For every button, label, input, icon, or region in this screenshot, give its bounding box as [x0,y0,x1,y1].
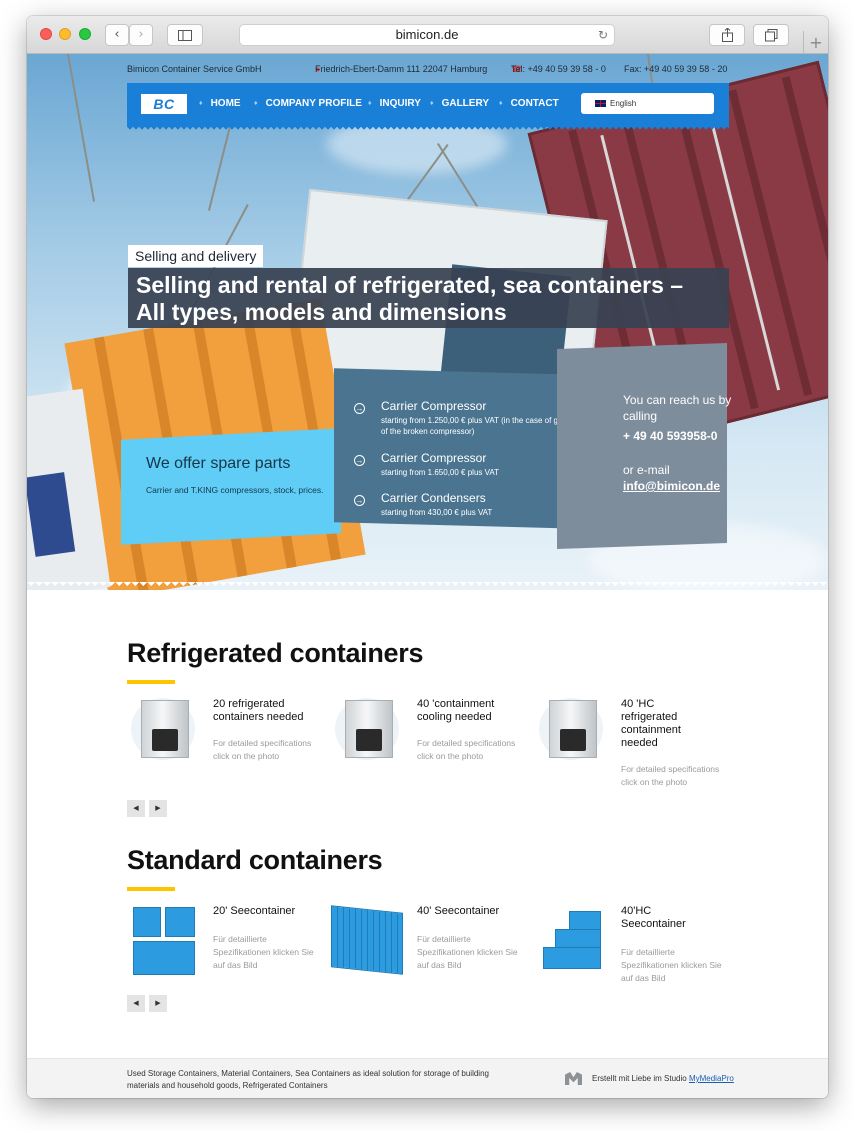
carousel-next-button[interactable]: ▶ [149,995,167,1012]
arrow-right-icon: → [354,495,365,506]
main-navigation: BC HOME COMPANY PROFILE INQUIRY GALLERY … [127,83,729,133]
zigzag-divider [27,582,828,590]
carousel-next-button[interactable]: ▶ [149,800,167,817]
product-name: 20 refrigerated containers needed [213,698,304,723]
studio-credit: Erstellt mit Liebe im Studio MyMediaPro [592,1074,734,1083]
studio-link[interactable]: MyMediaPro [689,1074,734,1083]
contact-intro-line-2: calling [623,409,658,423]
browser-window: ‹ › bimicon.de ↻ + Bimicon Container Ser… [27,16,828,1098]
url-text: bimicon.de [395,27,459,42]
hero-headline: Selling and rental of refrigerated, sea … [128,268,729,328]
share-icon [721,27,733,42]
contact-email-link[interactable]: info@bimicon.de [623,479,720,493]
carousel-prev-button[interactable]: ◀ [127,995,145,1012]
offer-title: Carrier Condensers [381,491,486,505]
sidebar-toggle-button[interactable] [167,24,203,46]
back-button[interactable]: ‹ [105,24,129,46]
chevron-right-icon: › [138,27,144,42]
standard-carousel-pager: ◀ ▶ [127,995,167,1012]
product-name: 40 'HC refrigerated containment needed [621,698,681,749]
address-bar[interactable]: bimicon.de ↻ [239,24,615,46]
product-image[interactable] [331,905,403,975]
footer-description: Used Storage Containers, Material Contai… [127,1069,489,1090]
product-name: 20' Seecontainer [213,905,296,917]
refrigerated-section-title: Refrigerated containers [127,638,424,668]
forward-button[interactable]: › [129,24,153,46]
top-info-bar: Bimicon Container Service GmbH ● Friedri… [127,64,728,74]
product-card[interactable]: 40' Seecontainer Für detaillierte Spezifi… [331,905,531,985]
product-name: 40'HC Seecontainer [621,905,686,930]
site-logo[interactable]: BC [141,94,187,114]
uk-flag-icon [595,100,606,107]
offer-title: Carrier Compressor [381,451,487,465]
product-description: Für detaillierte Spezifikationen klicken … [213,934,314,970]
mymediapro-logo-icon [565,1072,582,1085]
headline-line-1: Selling and rental of refrigerated, sea … [136,272,684,298]
product-description: Für detaillierte Spezifikationen klicken … [621,947,722,983]
arrow-right-icon: → [354,455,365,466]
headline-line-2: All types, models and dimensions [136,299,507,325]
contact-phone[interactable]: + 49 40 593958-0 [623,429,717,443]
product-image[interactable] [535,698,607,766]
product-image[interactable] [535,905,607,973]
product-description: For detailed specifications click on the … [417,738,516,761]
offer-title: Carrier Compressor [381,399,487,413]
show-tabs-button[interactable] [753,24,789,46]
nav-home[interactable]: HOME [199,98,241,109]
product-card[interactable]: 20' Seecontainer Für detaillierte Spezifi… [127,905,327,985]
nav-company-profile[interactable]: COMPANY PROFILE [254,98,362,109]
chevron-left-icon: ‹ [114,27,120,42]
nav-gallery[interactable]: GALLERY [430,98,489,109]
spare-parts-title: We offer spare parts [146,455,291,472]
nav-contact[interactable]: CONTACT [499,98,559,109]
product-name: 40 'containment cooling needed [417,698,495,723]
site-footer: Used Storage Containers, Material Contai… [27,1058,828,1098]
new-tab-button[interactable]: + [803,31,828,54]
product-card[interactable]: 40 'HC refrigerated containment needed For … [535,698,735,808]
company-name: Bimicon Container Service GmbH [127,64,262,74]
hero-tag: Selling and delivery [128,245,264,267]
hero-section: Bimicon Container Service GmbH ● Friedri… [27,54,828,590]
language-label: English [610,99,637,108]
minimize-window-button[interactable] [59,28,71,40]
title-underline [127,887,175,891]
product-description: Für detaillierte Spezifikationen klicken … [417,934,518,970]
product-description: For detailed specifications click on the … [621,764,720,787]
nav-inquiry[interactable]: INQUIRY [368,98,421,109]
fax-info: Fax: +49 40 59 39 58 - 20 [624,64,728,74]
sidebar-icon [178,30,192,41]
product-card[interactable]: 40'HC Seecontainer Für detaillierte Spezif… [535,905,735,995]
product-image[interactable] [127,698,199,766]
maximize-window-button[interactable] [79,28,91,40]
arrow-right-icon: → [354,403,365,414]
language-select[interactable]: English [581,93,714,114]
close-window-button[interactable] [40,28,52,40]
standard-section-title: Standard containers [127,845,383,875]
product-image[interactable] [331,698,403,766]
product-image[interactable] [127,905,199,975]
product-card[interactable]: 20 refrigerated containers needed For det… [127,698,327,798]
reload-icon[interactable]: ↻ [598,25,608,45]
carousel-prev-button[interactable]: ◀ [127,800,145,817]
share-button[interactable] [709,24,745,46]
tabs-icon [764,29,777,42]
product-name: 40' Seecontainer [417,905,500,917]
refrigerated-carousel-pager: ◀ ▶ [127,800,167,817]
product-description: For detailed specifications click on the … [213,738,312,761]
contact-panel [557,343,727,549]
title-underline [127,680,175,684]
contact-email-label: or e-mail [623,463,670,477]
spare-parts-text: Carrier and T.KING compressors, stock, p… [146,485,324,495]
browser-toolbar: ‹ › bimicon.de ↻ + [27,16,828,54]
contact-intro-line-1: You can reach us by [623,393,732,407]
product-card[interactable]: 40 'containment cooling needed For detail… [331,698,531,798]
